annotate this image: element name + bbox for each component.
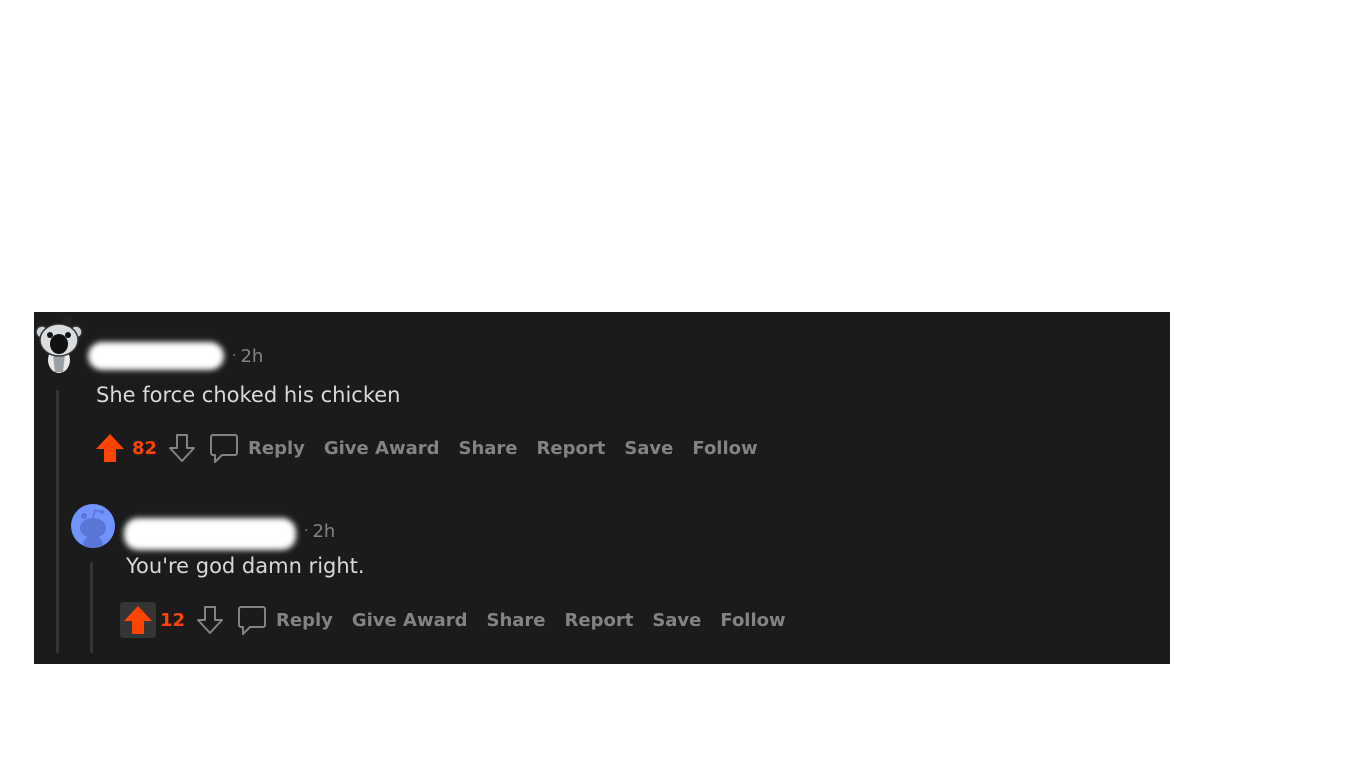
vote-score: 82 xyxy=(132,437,158,459)
thread-line-level-1[interactable] xyxy=(56,390,59,653)
comment-timestamp[interactable]: 2h xyxy=(240,346,263,367)
comment-body: She force choked his chicken xyxy=(96,383,401,407)
vote-score: 12 xyxy=(160,609,186,631)
speech-bubble-icon xyxy=(238,606,266,635)
meta-separator: · xyxy=(304,523,309,539)
give-award-button[interactable]: Give Award xyxy=(324,438,440,459)
share-button[interactable]: Share xyxy=(458,438,517,459)
thread-line-level-2[interactable] xyxy=(90,562,93,653)
downvote-button[interactable] xyxy=(192,602,228,638)
upvote-button[interactable] xyxy=(120,602,156,638)
snoo-avatar-icon[interactable] xyxy=(34,316,84,374)
follow-button[interactable]: Follow xyxy=(720,610,785,631)
reply-button[interactable]: Reply xyxy=(208,432,305,464)
comment-body: You're god damn right. xyxy=(126,554,365,578)
reply-label: Reply xyxy=(276,609,333,631)
redacted-username[interactable] xyxy=(124,518,296,550)
upvote-arrow-icon xyxy=(96,434,124,462)
upvote-button[interactable] xyxy=(92,430,128,466)
default-snoo-avatar-icon[interactable] xyxy=(71,504,115,548)
comment-actions: 12 Reply Give Award Share Report Save Fo… xyxy=(120,600,786,640)
comment-thread: · 2h She force choked his chicken 82 Rep… xyxy=(34,312,1170,664)
comment-timestamp[interactable]: 2h xyxy=(312,521,335,542)
reply-label: Reply xyxy=(248,437,305,459)
speech-bubble-icon xyxy=(210,434,238,463)
reply-button[interactable]: Reply xyxy=(236,604,333,636)
downvote-arrow-icon xyxy=(169,434,195,462)
downvote-button[interactable] xyxy=(164,430,200,466)
comment-meta: · 2h xyxy=(124,512,335,550)
share-button[interactable]: Share xyxy=(486,610,545,631)
meta-separator: · xyxy=(232,348,237,364)
save-button[interactable]: Save xyxy=(652,610,701,631)
give-award-button[interactable]: Give Award xyxy=(352,610,468,631)
redacted-username[interactable] xyxy=(88,342,224,370)
report-button[interactable]: Report xyxy=(565,610,634,631)
downvote-arrow-icon xyxy=(197,606,223,634)
comment-actions: 82 Reply Give Award Share Report Save Fo… xyxy=(92,428,758,468)
upvote-arrow-icon xyxy=(124,606,152,634)
comment-meta: · 2h xyxy=(88,342,263,370)
save-button[interactable]: Save xyxy=(624,438,673,459)
follow-button[interactable]: Follow xyxy=(692,438,757,459)
report-button[interactable]: Report xyxy=(537,438,606,459)
